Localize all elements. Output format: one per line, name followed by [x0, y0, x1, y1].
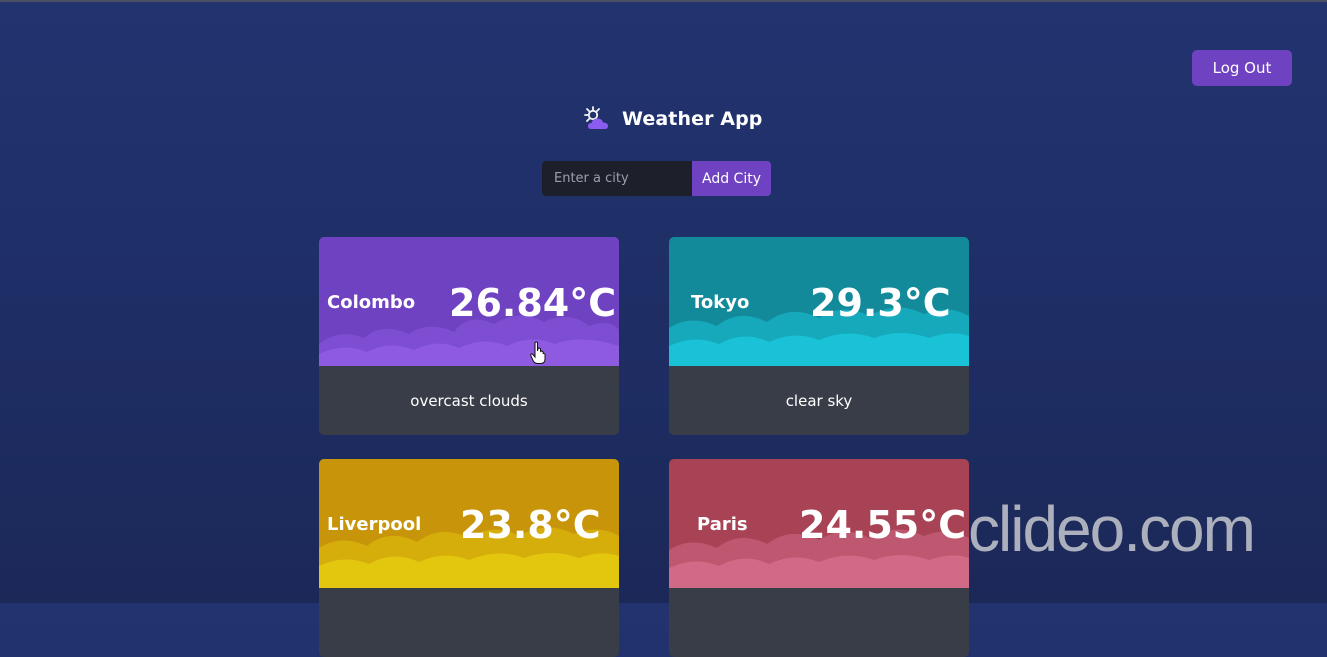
add-city-button[interactable]: Add City — [692, 161, 771, 196]
weather-description — [669, 588, 969, 657]
city-name: Paris — [697, 514, 748, 535]
weather-description — [319, 588, 619, 657]
city-name: Liverpool — [327, 514, 422, 535]
card-header: Liverpool 23.8°C — [319, 459, 619, 588]
city-name: Tokyo — [691, 292, 750, 313]
card-header: Paris 24.55°C — [669, 459, 969, 588]
card-header: Tokyo 29.3°C — [669, 237, 969, 366]
weather-description: overcast clouds — [410, 391, 528, 410]
watermark: clideo.com — [968, 493, 1256, 565]
city-name: Colombo — [327, 292, 416, 313]
hand-pointer-icon — [530, 341, 546, 369]
temperature: 23.8°C — [460, 503, 601, 547]
window-top-border — [0, 0, 1327, 2]
temperature: 29.3°C — [810, 281, 951, 325]
weather-card-colombo[interactable]: Colombo 26.84°C overcast clouds — [319, 237, 619, 435]
weather-card-liverpool[interactable]: Liverpool 23.8°C — [319, 459, 619, 657]
app-header: Weather App — [582, 104, 762, 134]
partly-cloudy-icon — [582, 105, 612, 133]
weather-description: clear sky — [785, 391, 853, 410]
weather-card-paris[interactable]: Paris 24.55°C — [669, 459, 969, 657]
search-bar: Add City — [542, 161, 771, 196]
logout-button[interactable]: Log Out — [1192, 50, 1292, 86]
weather-card-tokyo[interactable]: Tokyo 29.3°C clear sky — [669, 237, 969, 435]
city-input[interactable] — [542, 161, 692, 196]
card-header: Colombo 26.84°C — [319, 237, 619, 366]
temperature: 24.55°C — [799, 503, 967, 547]
app-title: Weather App — [622, 108, 763, 130]
temperature: 26.84°C — [449, 281, 617, 325]
